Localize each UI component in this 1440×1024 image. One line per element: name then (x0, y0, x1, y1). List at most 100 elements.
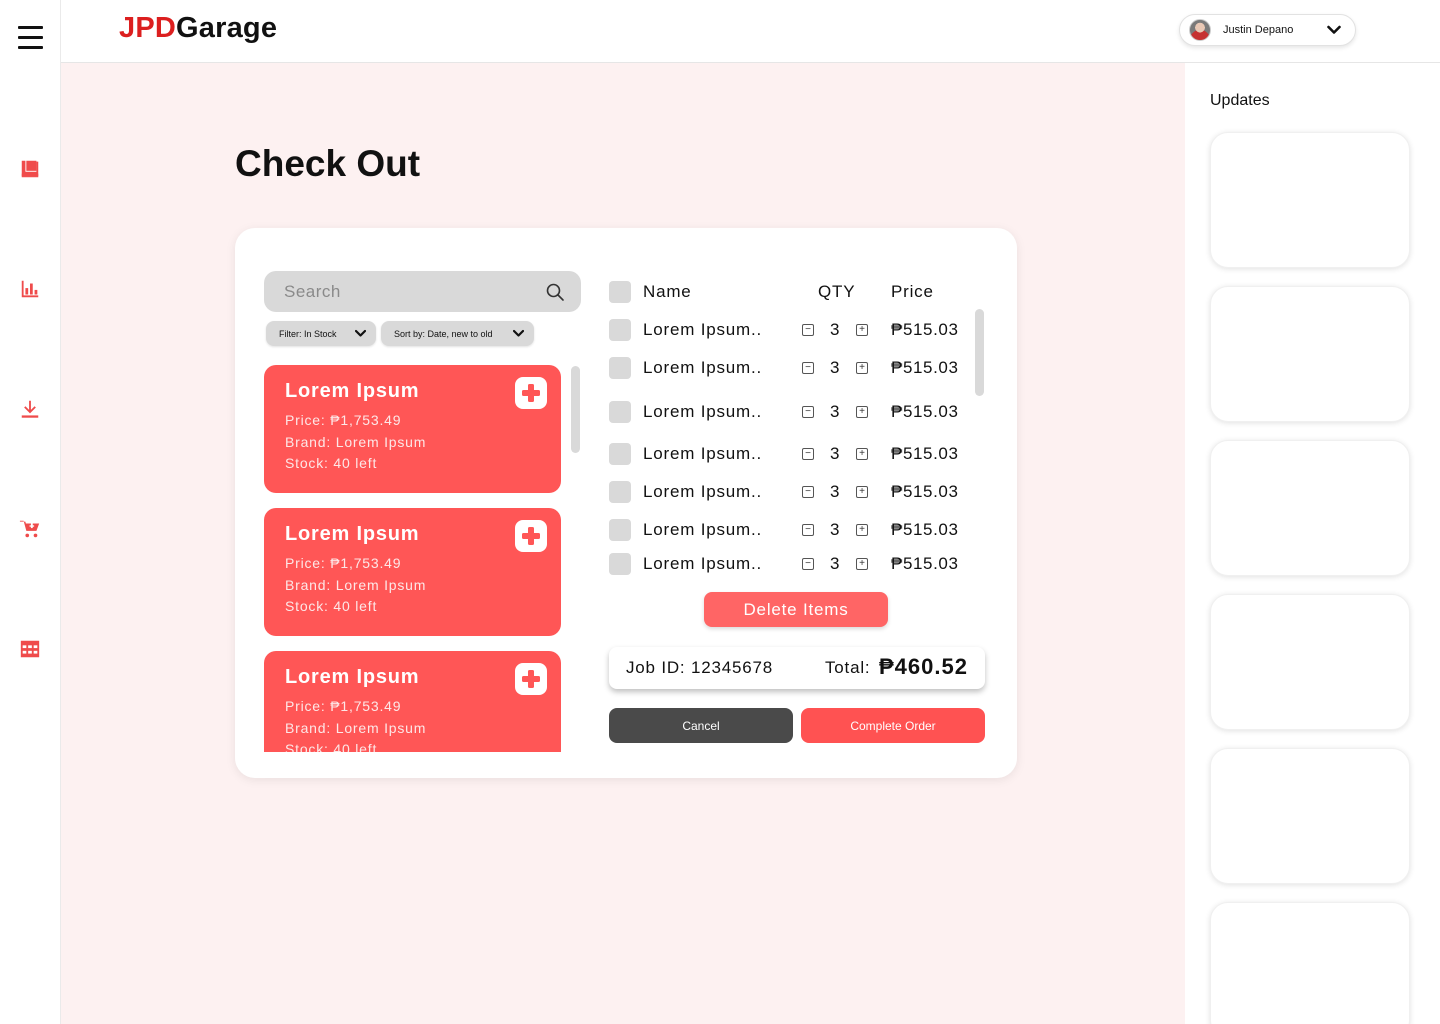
updates-panel: Updates (1185, 63, 1440, 1024)
sort-dropdown[interactable]: Sort by: Date, new to old (381, 321, 534, 346)
increment-button[interactable]: + (856, 524, 868, 536)
row-checkbox[interactable] (609, 443, 631, 465)
user-name: Justin Depano (1223, 24, 1294, 36)
total-label: Total: (825, 658, 871, 677)
bar-chart-icon[interactable] (18, 277, 42, 301)
row-checkbox[interactable] (609, 401, 631, 423)
item-price: ₱515.03 (891, 358, 959, 377)
complete-order-button[interactable]: Complete Order (801, 708, 985, 743)
job-id: Job ID: 12345678 (626, 658, 774, 677)
decrement-button[interactable]: − (802, 524, 814, 536)
product-brand: Brand: Lorem Ipsum (285, 719, 427, 736)
product-list-scrollbar[interactable] (571, 366, 580, 453)
row-checkbox[interactable] (609, 481, 631, 503)
calendar-icon[interactable] (18, 637, 42, 661)
item-name: Lorem Ipsum.. (643, 482, 763, 501)
cart-scrollbar[interactable] (975, 309, 984, 396)
product-card[interactable]: Lorem Ipsum Price: ₱1,753.49 Brand: Lore… (264, 508, 561, 636)
product-stock: Stock: 40 left (285, 598, 378, 614)
update-card[interactable] (1210, 132, 1410, 268)
item-name: Lorem Ipsum.. (643, 554, 763, 573)
product-list[interactable]: Lorem Ipsum Price: ₱1,753.49 Brand: Lore… (264, 365, 562, 752)
increment-button[interactable]: + (856, 324, 868, 336)
top-bar: JPDGarage Justin Depano (61, 0, 1440, 63)
product-name: Lorem Ipsum (285, 380, 420, 402)
delete-items-button[interactable]: Delete Items (704, 592, 888, 627)
checkout-card: Filter: In Stock Sort by: Date, new to o… (235, 228, 1017, 778)
update-card[interactable] (1210, 748, 1410, 884)
item-price: ₱515.03 (891, 554, 959, 573)
item-qty: 3 (830, 482, 840, 501)
product-brand: Brand: Lorem Ipsum (285, 576, 427, 593)
order-summary: Job ID: 12345678 Total: ₱460.52 (609, 647, 985, 689)
item-qty: 3 (830, 554, 840, 573)
increment-button[interactable]: + (856, 406, 868, 418)
decrement-button[interactable]: − (802, 406, 814, 418)
decrement-button[interactable]: − (802, 448, 814, 460)
product-name: Lorem Ipsum (285, 523, 420, 545)
product-name: Lorem Ipsum (285, 666, 420, 688)
update-card[interactable] (1210, 440, 1410, 576)
item-name: Lorem Ipsum.. (643, 402, 763, 421)
update-card[interactable] (1210, 286, 1410, 422)
row-checkbox[interactable] (609, 553, 631, 575)
user-menu[interactable]: Justin Depano (1179, 14, 1356, 46)
product-price: Price: ₱1,753.49 (285, 698, 402, 714)
product-brand: Brand: Lorem Ipsum (285, 433, 427, 450)
product-stock: Stock: 40 left (285, 455, 378, 471)
search-box (264, 271, 581, 312)
sort-label: Sort by: Date, new to old (394, 328, 493, 339)
product-price: Price: ₱1,753.49 (285, 412, 402, 428)
add-item-button[interactable] (515, 377, 547, 409)
download-icon[interactable] (18, 397, 42, 421)
row-checkbox[interactable] (609, 357, 631, 379)
brand-garage: Garage (176, 12, 278, 44)
decrement-button[interactable]: − (802, 324, 814, 336)
brand-logo[interactable]: JPDGarage (119, 12, 277, 45)
add-item-button[interactable] (515, 520, 547, 552)
update-card[interactable] (1210, 902, 1410, 1024)
column-header-name: Name (643, 282, 692, 301)
add-item-button[interactable] (515, 663, 547, 695)
item-price: ₱515.03 (891, 402, 959, 421)
increment-button[interactable]: + (856, 486, 868, 498)
item-name: Lorem Ipsum.. (643, 358, 763, 377)
item-name: Lorem Ipsum.. (643, 520, 763, 539)
product-card[interactable]: Lorem Ipsum Price: ₱1,753.49 Brand: Lore… (264, 365, 561, 493)
filter-dropdown[interactable]: Filter: In Stock (266, 321, 376, 346)
brand-jpd: JPD (119, 12, 177, 44)
column-header-price: Price (891, 282, 934, 301)
select-all-checkbox[interactable] (609, 281, 631, 303)
cart-icon[interactable] (18, 517, 42, 541)
increment-button[interactable]: + (856, 558, 868, 570)
updates-title: Updates (1210, 92, 1270, 109)
row-checkbox[interactable] (609, 519, 631, 541)
item-qty: 3 (830, 402, 840, 421)
item-name: Lorem Ipsum.. (643, 320, 763, 339)
main-content: Check Out Filter: In Stock Sort by: Date… (61, 63, 1185, 1024)
search-icon[interactable] (545, 282, 565, 302)
decrement-button[interactable]: − (802, 362, 814, 374)
plus-icon (522, 384, 540, 402)
decrement-button[interactable]: − (802, 558, 814, 570)
total-value: ₱460.52 (879, 654, 968, 679)
book-icon[interactable] (18, 157, 42, 181)
increment-button[interactable]: + (856, 448, 868, 460)
item-price: ₱515.03 (891, 444, 959, 463)
item-price: ₱515.03 (891, 320, 959, 339)
decrement-button[interactable]: − (802, 486, 814, 498)
increment-button[interactable]: + (856, 362, 868, 374)
product-card[interactable]: Lorem Ipsum Price: ₱1,753.49 Brand: Lore… (264, 651, 561, 752)
chevron-down-icon (513, 329, 524, 337)
product-price: Price: ₱1,753.49 (285, 555, 402, 571)
side-rail (0, 0, 61, 1024)
page-title: Check Out (235, 143, 421, 184)
row-checkbox[interactable] (609, 319, 631, 341)
item-qty: 3 (830, 358, 840, 377)
filter-label: Filter: In Stock (279, 328, 337, 339)
avatar (1189, 19, 1211, 41)
search-input[interactable] (284, 281, 534, 302)
cancel-button[interactable]: Cancel (609, 708, 793, 743)
update-card[interactable] (1210, 594, 1410, 730)
menu-icon[interactable] (18, 26, 43, 50)
